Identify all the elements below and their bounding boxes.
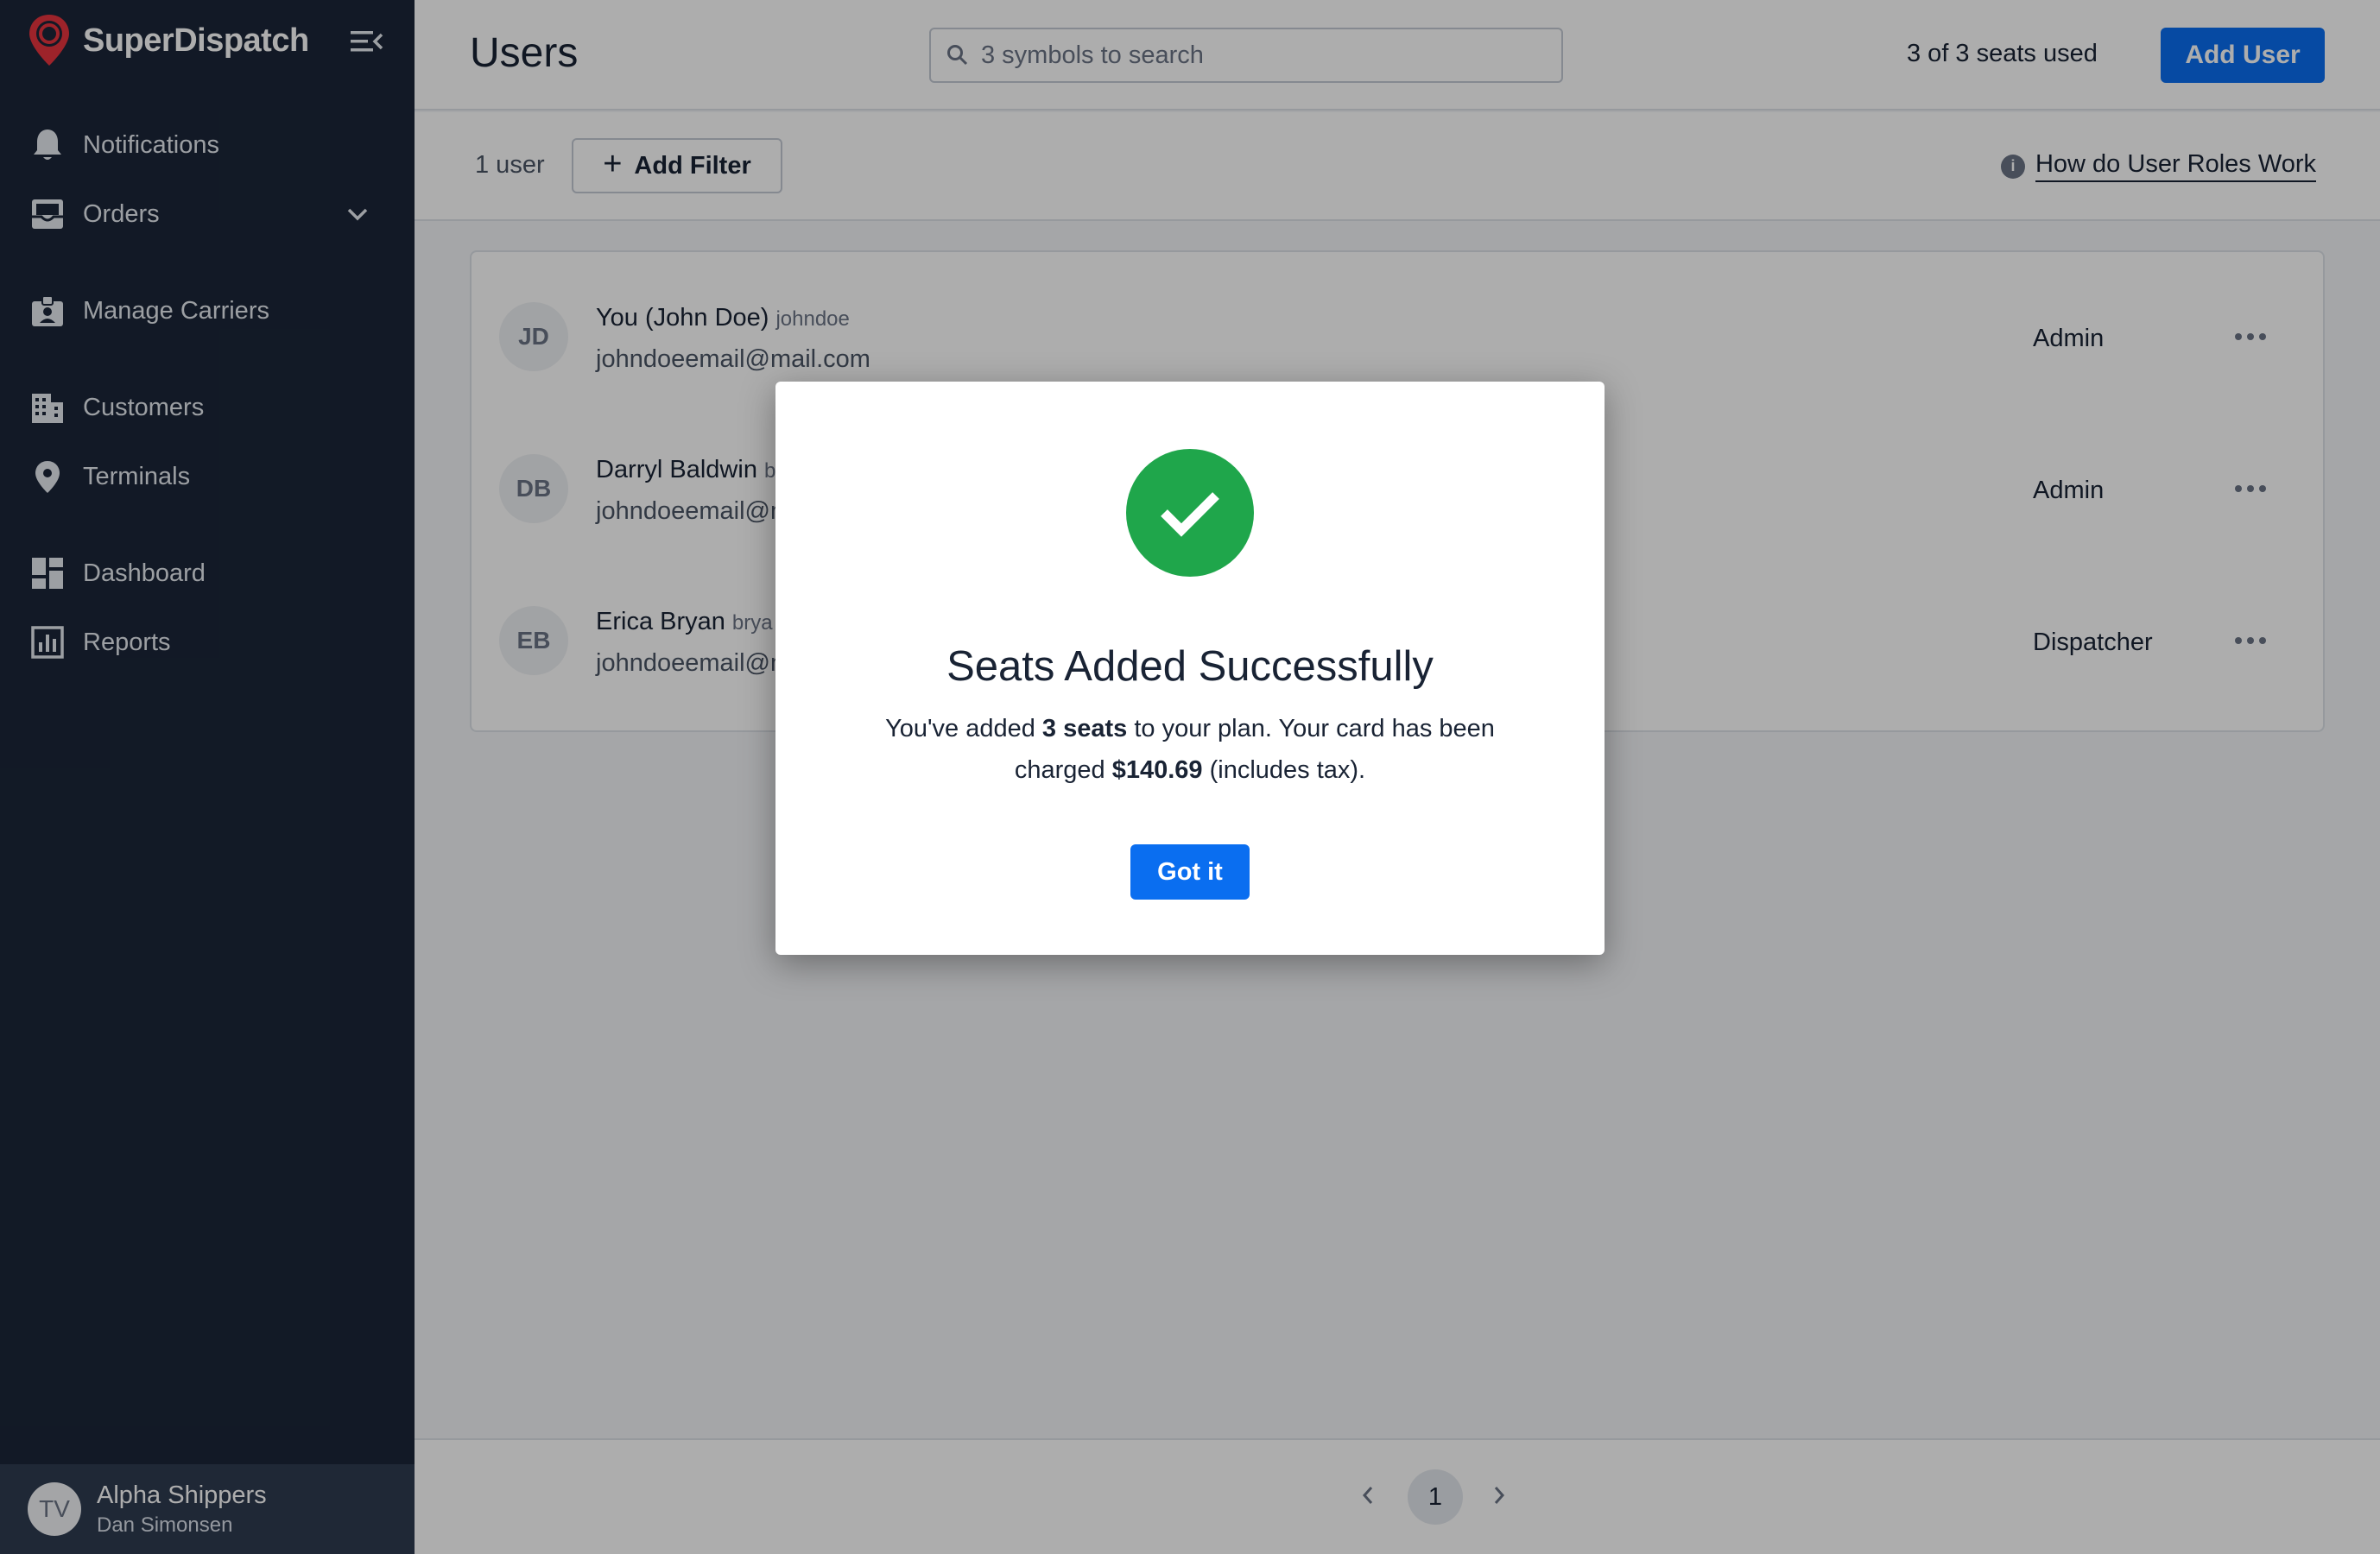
dialog-title: Seats Added Successfully [946,643,1434,690]
dialog-message-text: (includes tax). [1202,756,1366,784]
dialog-message-text: You've added [885,715,1042,742]
got-it-button[interactable]: Got it [1130,844,1250,900]
seats-added-dialog: Seats Added Successfully You've added 3 … [775,382,1605,955]
dialog-message: You've added 3 seats to your plan. Your … [862,708,1518,791]
seats-added-count: 3 seats [1041,715,1128,742]
success-check-icon [1126,449,1254,577]
charged-amount: $140.69 [1111,756,1203,784]
